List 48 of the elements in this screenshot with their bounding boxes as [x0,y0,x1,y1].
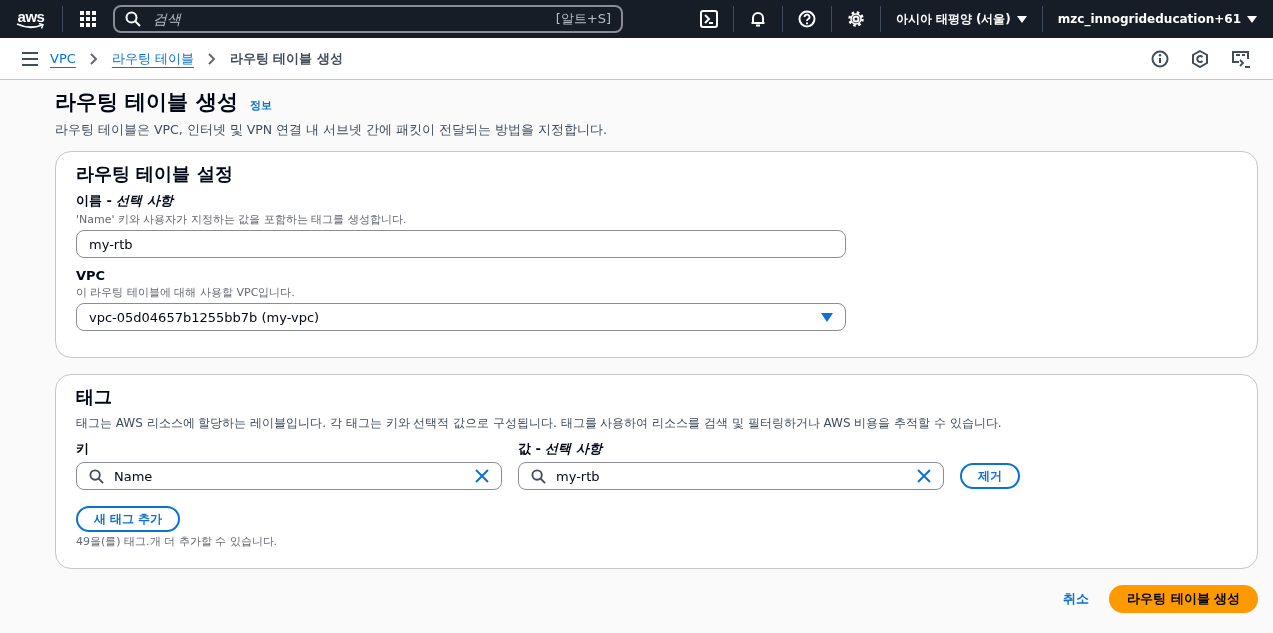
search-field[interactable]: 검색 [알트+S] [113,5,623,33]
info-icon[interactable] [1151,49,1169,68]
chevron-right-icon [89,52,98,65]
tag-limit-note: 49을(를) 태그.개 더 추가할 수 있습니다. [76,534,279,549]
search-icon [125,11,141,27]
breadcrumb-current: 라우팅 테이블 생성 [229,49,343,68]
remove-button[interactable]: 제거 [960,463,1020,489]
field-label: VPC [76,268,107,283]
clear-icon[interactable] [475,469,489,483]
monitor-icon[interactable] [1231,49,1251,68]
card-title: 태그 [76,385,113,409]
terminal-icon[interactable] [699,10,718,28]
field-label: 이름 - 선택 사항 [76,192,176,210]
account-menu[interactable]: mzc_innogrideducation+61 [1057,12,1257,26]
search-icon [89,468,104,484]
shortcut-hint: [알트+S] [555,10,611,28]
search-input[interactable]: 검색 [151,10,546,28]
hexagon-icon[interactable] [1191,49,1209,68]
tag-key-field[interactable]: Name [76,462,502,490]
caret-icon [1016,15,1027,23]
aws-logo[interactable]: aws [16,8,46,30]
card-title: 라우팅 테이블 설정 [76,162,234,186]
tag-value-field[interactable]: my-rtb [518,462,944,490]
chevron-right-icon [207,52,216,65]
field-description: 이 라우팅 테이블에 대해 사용할 VPC입니다. [76,285,296,300]
caret-icon [821,312,833,322]
help-icon[interactable] [797,10,816,28]
add-tag-button[interactable]: 새 태그 추가 [76,506,181,532]
name-input-field[interactable]: my-rtb [76,230,846,258]
menu-icon[interactable] [22,51,38,66]
value-label: 값 - 선택 사항 [518,440,605,458]
page-description: 라우팅 테이블은 VPC, 인터넷 및 VPN 연결 내 서브넷 간에 패킷이 전달되는 방법을 지정합니다. [55,122,608,139]
key-label: 키 [76,440,90,458]
vpc-select[interactable]: vpc-05d04657b1255bb7b (my-vpc) [76,303,846,331]
settings-icon[interactable] [846,10,865,28]
search-icon [531,468,546,484]
region-selector[interactable]: 아시아 태평양 (서울) [895,10,1027,28]
card-description: 태그는 AWS 리소스에 할당하는 레이블입니다. 각 태그는 키와 선택적 값으로 구성됩니다. 태그를 사용하여 리소스를 검색 및 필터링하거나 AWS 비용을 추적할 수 있습니다. [76,415,1003,432]
field-description: 'Name' 키와 사용자가 지정하는 값을 포함하는 태그를 생성합니다. [76,212,408,227]
breadcrumb-link[interactable]: 라우팅 테이블 [111,49,194,68]
create-button[interactable]: 라우팅 테이블 생성 [1109,585,1258,613]
breadcrumb-link[interactable]: VPC [50,51,76,66]
grid-menu-icon[interactable] [79,10,97,28]
cancel-link[interactable]: 취소 [1063,590,1090,608]
page-title: 라우팅 테이블 생성 [55,89,238,116]
clear-icon[interactable] [917,469,931,483]
caret-icon [1247,15,1257,23]
info-link[interactable]: 정보 [249,98,272,113]
